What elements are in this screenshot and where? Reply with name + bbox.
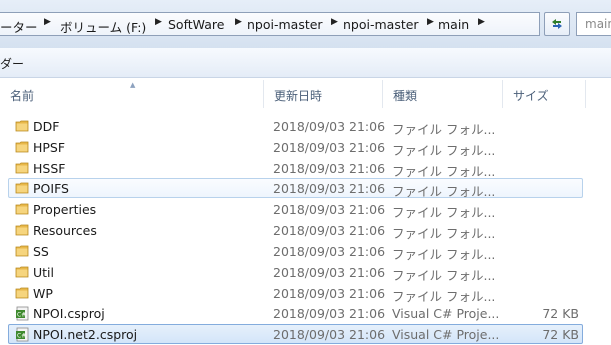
new-folder-button[interactable]: ダー (0, 55, 24, 72)
file-date: 2018/09/03 21:06 (273, 202, 386, 217)
file-name: NPOI.csproj (33, 306, 105, 321)
breadcrumb-npoi-master-2[interactable]: npoi-master (343, 17, 419, 32)
svg-text:C#: C# (17, 312, 26, 319)
breadcrumb-arrow-icon[interactable]: ▶ (235, 17, 242, 27)
file-date: 2018/09/03 21:06 (273, 161, 386, 176)
file-type: ファイル フォル... (392, 184, 496, 199)
list-item[interactable]: Resources 2018/09/03 21:06 ファイル フォル... (8, 220, 583, 241)
folder-icon (15, 140, 30, 154)
file-type: ファイル フォル... (392, 122, 496, 137)
column-header-date[interactable]: 更新日時 (264, 80, 383, 108)
file-date: 2018/09/03 21:06 (273, 119, 386, 134)
refresh-icon (552, 19, 562, 29)
address-bar[interactable]: ーター ▶ ボリューム (F:) ▶ SoftWare ▶ npoi-maste… (0, 12, 540, 36)
folder-icon (15, 181, 30, 195)
column-header-size-label: サイズ (513, 89, 549, 103)
address-bar-area: ーター ▶ ボリューム (F:) ▶ SoftWare ▶ npoi-maste… (0, 0, 611, 48)
file-name: POIFS (33, 181, 69, 196)
column-header-name-label: 名前 (10, 89, 35, 103)
column-headers: 名前 ▲ 更新日時 種類 サイズ (0, 80, 611, 108)
list-item[interactable]: SS 2018/09/03 21:06 ファイル フォル... (8, 241, 583, 262)
file-size: 72 KB (542, 327, 579, 342)
file-name: DDF (33, 119, 60, 134)
csproj-file-icon: C# (15, 327, 30, 342)
folder-icon (15, 244, 30, 258)
file-date: 2018/09/03 21:06 (273, 181, 386, 196)
file-date: 2018/09/03 21:06 (273, 327, 386, 342)
breadcrumb-arrow-icon[interactable]: ▶ (155, 17, 162, 27)
column-header-size[interactable]: サイズ (503, 80, 586, 108)
file-date: 2018/09/03 21:06 (273, 140, 386, 155)
search-input[interactable]: main (576, 12, 611, 36)
file-type: ファイル フォル... (392, 143, 496, 158)
file-date: 2018/09/03 21:06 (273, 265, 386, 280)
file-name: Resources (33, 223, 97, 238)
breadcrumb-arrow-icon[interactable]: ▶ (331, 17, 338, 27)
svg-text:C#: C# (17, 333, 26, 340)
folder-icon (15, 286, 30, 300)
breadcrumb-computer[interactable]: ーター (0, 17, 38, 36)
list-item-selected[interactable]: C# NPOI.net2.csproj 2018/09/03 21:06 Vis… (8, 324, 583, 344)
breadcrumb-software[interactable]: SoftWare (168, 17, 224, 32)
file-type: Visual C# Proje... (392, 306, 500, 321)
list-item[interactable]: HPSF 2018/09/03 21:06 ファイル フォル... (8, 137, 583, 158)
breadcrumb-arrow-icon[interactable]: ▶ (44, 17, 51, 27)
breadcrumb-arrow-icon[interactable]: ▶ (478, 17, 485, 27)
file-name: Properties (33, 202, 97, 217)
column-header-type-label: 種類 (393, 89, 418, 103)
column-header-type[interactable]: 種類 (383, 80, 503, 108)
file-date: 2018/09/03 21:06 (273, 223, 386, 238)
csproj-file-icon: C# (15, 306, 30, 321)
file-date: 2018/09/03 21:06 (273, 306, 386, 321)
file-type: ファイル フォル... (392, 268, 496, 283)
folder-icon (15, 202, 30, 216)
list-item[interactable]: Properties 2018/09/03 21:06 ファイル フォル... (8, 199, 583, 220)
breadcrumb-npoi-master-1[interactable]: npoi-master (247, 17, 323, 32)
sort-ascending-icon: ▲ (130, 81, 136, 89)
file-type: ファイル フォル... (392, 247, 496, 262)
file-name: NPOI.net2.csproj (33, 327, 138, 342)
list-item[interactable]: DDF 2018/09/03 21:06 ファイル フォル... (8, 116, 583, 137)
breadcrumb-main[interactable]: main (438, 17, 469, 32)
file-type: Visual C# Proje... (392, 327, 500, 342)
breadcrumb-volume[interactable]: ボリューム (F:) (60, 17, 146, 36)
file-date: 2018/09/03 21:06 (273, 244, 386, 259)
file-name: HPSF (33, 140, 66, 155)
column-header-date-label: 更新日時 (274, 89, 323, 103)
file-type: ファイル フォル... (392, 226, 496, 241)
file-name: Util (33, 265, 54, 280)
folder-icon (15, 119, 30, 133)
file-size: 72 KB (542, 306, 579, 321)
list-item[interactable]: C# NPOI.csproj 2018/09/03 21:06 Visual C… (8, 303, 583, 323)
file-name: SS (33, 244, 49, 259)
list-item[interactable]: HSSF 2018/09/03 21:06 ファイル フォル... (8, 158, 583, 179)
refresh-button[interactable] (544, 12, 570, 36)
toolbar: ダー (0, 48, 611, 78)
folder-icon (15, 161, 30, 175)
file-name: HSSF (33, 161, 66, 176)
folder-icon (15, 265, 30, 279)
folder-icon (15, 223, 30, 237)
column-header-name[interactable]: 名前 ▲ (0, 80, 264, 108)
list-item[interactable]: WP 2018/09/03 21:06 ファイル フォル... (8, 283, 583, 304)
list-item[interactable]: Util 2018/09/03 21:06 ファイル フォル... (8, 262, 583, 283)
file-type: ファイル フォル... (392, 205, 496, 220)
list-item-hovered[interactable]: POIFS 2018/09/03 21:06 ファイル フォル... (8, 178, 583, 199)
file-name: WP (33, 286, 53, 301)
file-date: 2018/09/03 21:06 (273, 286, 386, 301)
breadcrumb-arrow-icon[interactable]: ▶ (427, 17, 434, 27)
